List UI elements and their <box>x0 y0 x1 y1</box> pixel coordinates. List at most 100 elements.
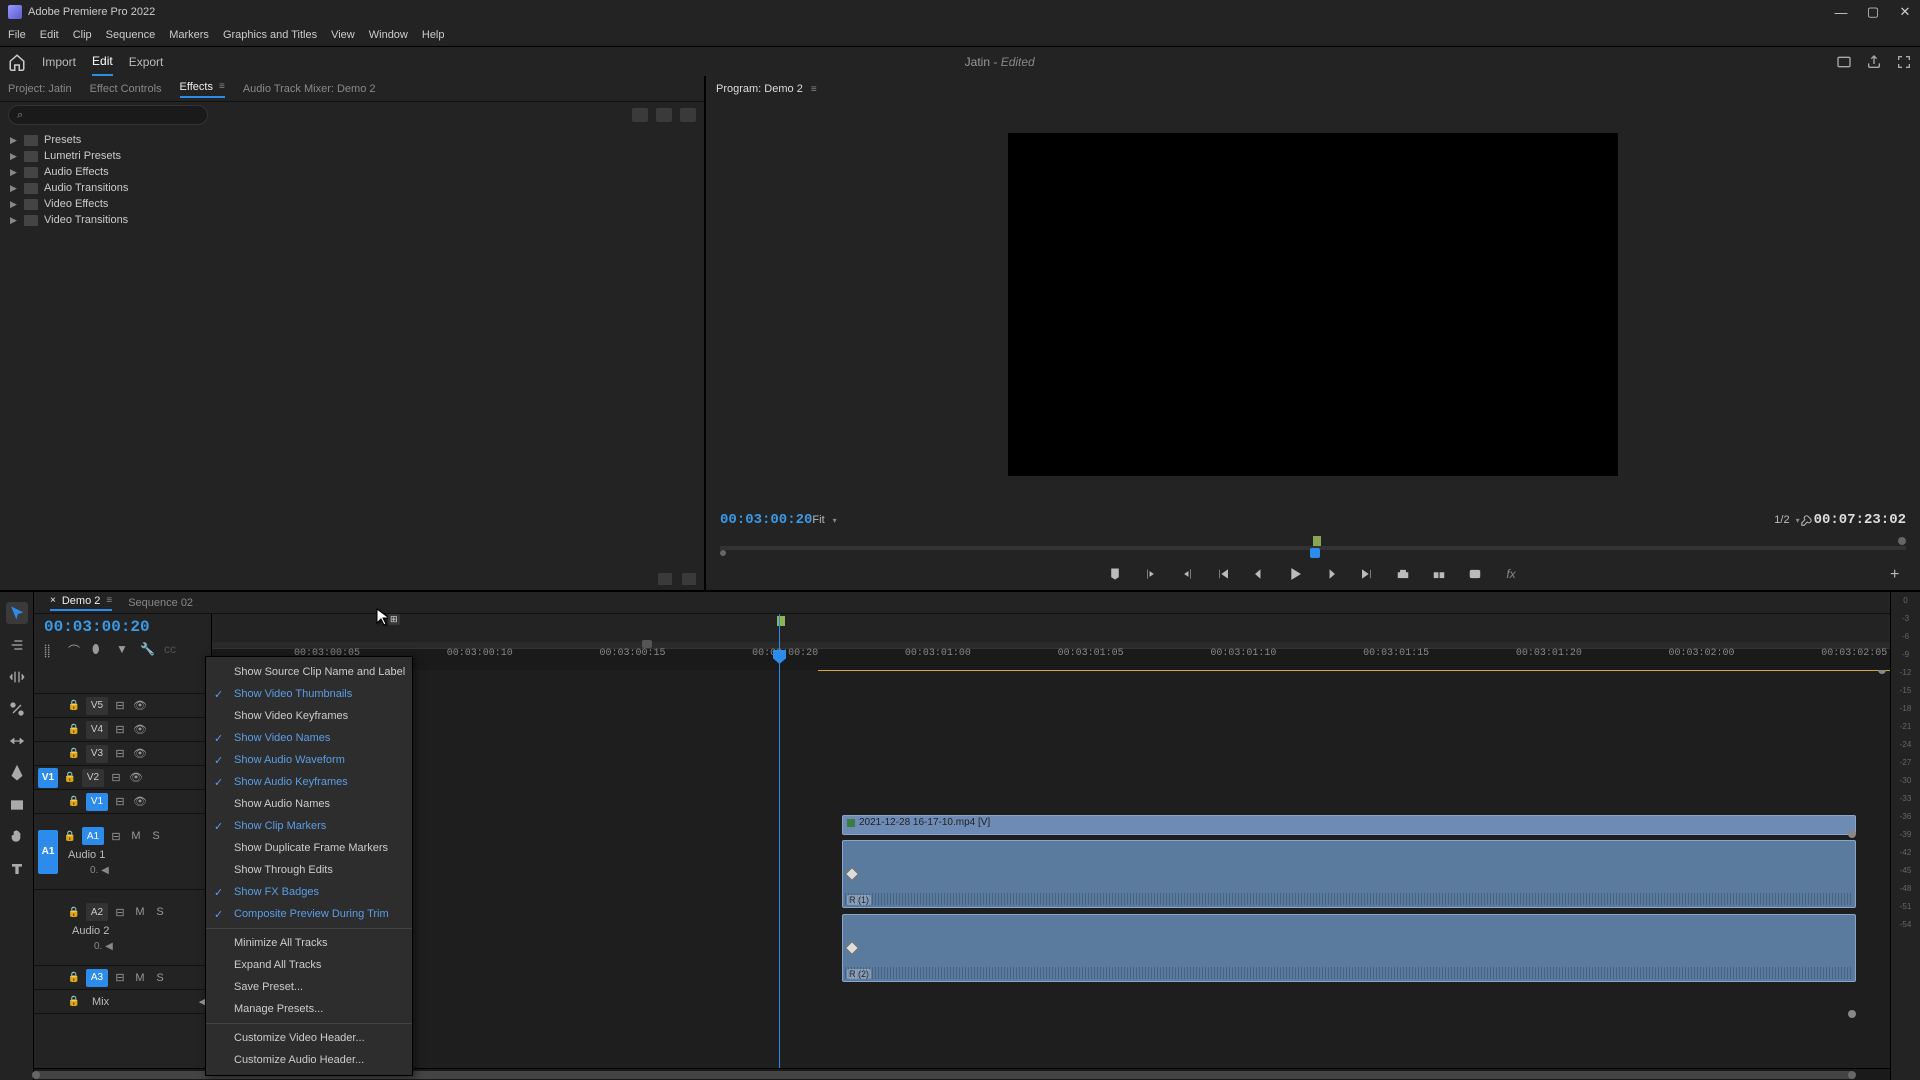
marker-icon[interactable] <box>1313 536 1321 546</box>
tab-project[interactable]: Project: Jatin <box>8 83 72 95</box>
mute-icon[interactable]: M <box>128 830 144 842</box>
pen-tool[interactable] <box>6 762 28 784</box>
work-area-handle[interactable] <box>642 640 652 648</box>
tab-audio-mixer[interactable]: Audio Track Mixer: Demo 2 <box>243 83 376 95</box>
menu-sequence[interactable]: Sequence <box>106 29 156 41</box>
zoom-select[interactable]: Fit▾ <box>812 514 836 526</box>
track-target[interactable]: A2 <box>86 903 108 921</box>
go-to-out-button[interactable] <box>1359 566 1375 582</box>
selection-tool[interactable] <box>6 602 28 624</box>
toggle-output-icon[interactable]: 👁 <box>132 723 148 736</box>
tab-effects[interactable]: Effects≡ <box>180 81 225 98</box>
menu-help[interactable]: Help <box>422 29 445 41</box>
comparison-button[interactable]: fx <box>1503 566 1519 582</box>
menu-item[interactable]: ✓Show Audio Keyframes <box>206 771 412 793</box>
toggle-output-icon[interactable]: 👁 <box>128 771 144 784</box>
scrollbar-handle[interactable] <box>1848 830 1856 838</box>
tree-item-presets[interactable]: ▶Presets <box>0 132 704 148</box>
menu-item[interactable]: Show Video Keyframes <box>206 705 412 727</box>
mute-icon[interactable]: M <box>132 906 148 918</box>
settings-wrench-icon[interactable] <box>1800 513 1814 527</box>
sync-lock-icon[interactable]: ⊟ <box>112 747 128 760</box>
audio-level[interactable]: 0. <box>90 865 98 876</box>
play-button[interactable] <box>1287 566 1303 582</box>
workspace-tab-import[interactable]: Import <box>42 49 76 75</box>
menu-item[interactable]: ✓Show Clip Markers <box>206 815 412 837</box>
workspace-tab-export[interactable]: Export <box>129 49 164 75</box>
tree-item-lumetri[interactable]: ▶Lumetri Presets <box>0 148 704 164</box>
track-target[interactable]: A3 <box>86 969 108 987</box>
go-to-in-button[interactable] <box>1215 566 1231 582</box>
menu-item[interactable]: Show Duplicate Frame Markers <box>206 837 412 859</box>
sequence-tab-seq02[interactable]: Sequence 02 <box>128 597 193 609</box>
playhead-line[interactable] <box>779 670 780 1068</box>
slip-tool[interactable] <box>6 730 28 752</box>
sync-lock-icon[interactable]: ⊟ <box>112 699 128 712</box>
lock-icon[interactable]: 🔒 <box>66 996 82 1007</box>
type-tool[interactable] <box>6 858 28 880</box>
solo-icon[interactable]: S <box>148 830 164 842</box>
menu-item[interactable]: Minimize All Tracks <box>206 932 412 954</box>
sync-lock-icon[interactable]: ⊟ <box>108 771 124 784</box>
menu-clip[interactable]: Clip <box>73 29 92 41</box>
in-point-icon[interactable] <box>720 550 726 556</box>
toggle-output-icon[interactable]: 👁 <box>132 795 148 808</box>
track-target[interactable]: V5 <box>86 697 108 715</box>
menu-item[interactable]: Show Source Clip Name and Label <box>206 661 412 683</box>
step-forward-button[interactable] <box>1323 566 1339 582</box>
track-target[interactable]: V2 <box>82 769 104 787</box>
audio-level[interactable]: 0. <box>94 941 102 952</box>
sync-lock-icon[interactable]: ⊟ <box>112 906 128 919</box>
timeline-marker-icon[interactable] <box>777 616 785 626</box>
lock-icon[interactable]: 🔒 <box>66 796 82 807</box>
program-timecode[interactable]: 00:03:00:20 <box>720 512 812 528</box>
menu-item[interactable]: ✓Show Video Names <box>206 727 412 749</box>
tree-item-video-effects[interactable]: ▶Video Effects <box>0 196 704 212</box>
keyframe-nav-icon[interactable]: ◀ <box>101 865 109 876</box>
lift-button[interactable] <box>1395 566 1411 582</box>
menu-item[interactable]: Customize Video Header... <box>206 1027 412 1049</box>
menu-item[interactable]: Save Preset... <box>206 976 412 998</box>
tab-effect-controls[interactable]: Effect Controls <box>90 83 162 95</box>
mute-icon[interactable]: M <box>132 972 148 984</box>
razor-tool[interactable] <box>6 698 28 720</box>
mark-out-button[interactable] <box>1179 566 1195 582</box>
accelerated-badge-icon[interactable] <box>632 108 648 122</box>
solo-icon[interactable]: S <box>152 906 168 918</box>
menu-item[interactable]: Show Audio Names <box>206 793 412 815</box>
maximize-button[interactable]: ▢ <box>1866 5 1880 19</box>
snap-icon[interactable]: ⸽⸽ <box>44 642 58 656</box>
resolution-select[interactable]: 1/2▾ <box>1774 514 1799 526</box>
close-button[interactable]: ✕ <box>1898 5 1912 19</box>
track-target[interactable]: V4 <box>86 721 108 739</box>
captions-icon[interactable]: cc <box>164 642 178 656</box>
menu-graphics[interactable]: Graphics and Titles <box>223 29 317 41</box>
timeline-timecode[interactable]: 00:03:00:20 <box>44 618 201 636</box>
menu-item[interactable]: Manage Presets... <box>206 998 412 1020</box>
lock-icon[interactable]: 🔒 <box>62 772 78 783</box>
program-tab[interactable]: Program: Demo 2 <box>716 83 803 95</box>
menu-item[interactable]: ✓Show Video Thumbnails <box>206 683 412 705</box>
toggle-output-icon[interactable]: 👁 <box>132 747 148 760</box>
audio-clip-2[interactable]: R (2) <box>842 914 1856 982</box>
ripple-edit-tool[interactable] <box>6 666 28 688</box>
workspace-tab-edit[interactable]: Edit <box>92 48 113 76</box>
menu-item[interactable]: Customize Audio Header... <box>206 1049 412 1071</box>
new-bin-icon[interactable] <box>658 573 672 585</box>
source-patch-v1[interactable]: V1 <box>38 768 58 788</box>
timeline-settings-wrench-icon[interactable]: 🔧 <box>140 642 154 656</box>
step-back-button[interactable] <box>1251 566 1267 582</box>
quick-export-icon[interactable] <box>1836 54 1852 70</box>
menu-edit[interactable]: Edit <box>40 29 59 41</box>
add-marker-icon[interactable]: ⬮ <box>92 642 106 656</box>
export-frame-button[interactable] <box>1467 566 1483 582</box>
lock-icon[interactable]: 🔒 <box>66 972 82 983</box>
menu-item[interactable]: ✓Show Audio Waveform <box>206 749 412 771</box>
playhead-icon[interactable] <box>1310 548 1320 558</box>
tree-item-audio-transitions[interactable]: ▶Audio Transitions <box>0 180 704 196</box>
lock-icon[interactable]: 🔒 <box>66 907 82 918</box>
full-screen-icon[interactable] <box>1896 54 1912 70</box>
yuv-badge-icon[interactable] <box>680 108 696 122</box>
lock-icon[interactable]: 🔒 <box>62 831 78 842</box>
track-name[interactable]: Audio 1 <box>68 849 211 861</box>
